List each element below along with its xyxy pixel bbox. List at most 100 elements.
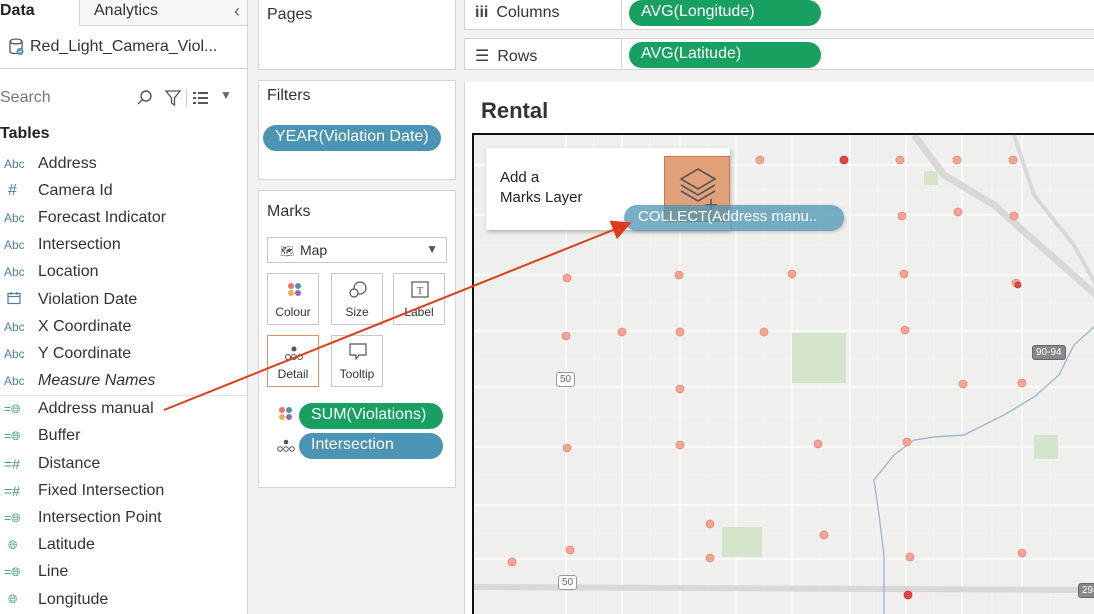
field-x-coordinate[interactable]: Abc X Coordinate	[0, 313, 247, 340]
map-mark[interactable]	[1008, 155, 1018, 165]
search-icon[interactable]	[136, 89, 154, 107]
datasource-item[interactable]: Red_Light_Camera_Viol...	[8, 38, 217, 56]
field-label: Camera Id	[38, 181, 113, 199]
tab-analytics[interactable]: Analytics ‹	[80, 0, 247, 26]
map-mark[interactable]	[1014, 281, 1022, 289]
divider	[621, 0, 622, 29]
field-address[interactable]: Abc Address	[0, 150, 247, 177]
tooltip-label: Tooltip	[339, 367, 375, 381]
map-mark[interactable]	[759, 327, 769, 337]
map-mark[interactable]	[895, 155, 905, 165]
field-fixed-intersection[interactable]: =# Fixed Intersection	[0, 477, 247, 504]
add-layer-line2: Marks Layer	[500, 189, 583, 206]
field-latitude[interactable]: 🌐︎ Latitude	[0, 532, 247, 559]
field-camera-id[interactable]: # Camera Id	[0, 177, 247, 204]
globe-icon: 🌐︎	[8, 537, 18, 552]
field-location[interactable]: Abc Location	[0, 259, 247, 286]
field-line[interactable]: =🌐︎ Line	[0, 559, 247, 586]
size-label: Size	[345, 305, 369, 319]
map-mark[interactable]	[900, 325, 910, 335]
columns-icon: iii	[475, 4, 489, 21]
map-mark[interactable]	[839, 155, 849, 165]
map-mark[interactable]	[675, 327, 685, 337]
marks-pill-intersection[interactable]: Intersection	[299, 433, 443, 459]
map-mark[interactable]	[705, 553, 715, 563]
map-mark[interactable]	[675, 384, 685, 394]
field-buffer[interactable]: =🌐︎ Buffer	[0, 423, 247, 450]
map-mark[interactable]	[813, 439, 823, 449]
map-mark[interactable]	[897, 211, 907, 221]
abc-type-icon: Abc	[4, 238, 25, 253]
map-mark[interactable]	[905, 552, 915, 562]
map-mark[interactable]	[755, 155, 765, 165]
field-label: Forecast Indicator	[38, 208, 167, 226]
field-longitude[interactable]: 🌐︎ Longitude	[0, 586, 247, 613]
columns-shelf[interactable]: iii Columns AVG(Longitude)	[464, 0, 1094, 30]
field-measure-names[interactable]: Abc Measure Names	[0, 368, 247, 395]
detail-button[interactable]: Detail	[267, 335, 319, 387]
field-forecast-indicator[interactable]: Abc Forecast Indicator	[0, 204, 247, 231]
detail-icon	[285, 346, 303, 360]
marks-card: Marks 🗺︎ Map ▼ Colour Size T Label Detail	[258, 190, 456, 488]
map-mark[interactable]	[902, 437, 912, 447]
detail-icon	[277, 439, 295, 452]
map-mark[interactable]	[819, 530, 829, 540]
view-list-icon[interactable]	[192, 90, 210, 106]
field-y-coordinate[interactable]: Abc Y Coordinate	[0, 340, 247, 367]
map-mark[interactable]	[561, 331, 571, 341]
dragged-field-pill[interactable]: COLLECT(Address manu..	[624, 205, 844, 231]
columns-pill[interactable]: AVG(Longitude)	[629, 0, 821, 26]
rows-pill[interactable]: AVG(Latitude)	[629, 42, 821, 68]
map-mark[interactable]	[953, 207, 963, 217]
field-label: X Coordinate	[38, 317, 132, 335]
colour-icon	[279, 407, 292, 420]
map-mark[interactable]	[617, 327, 627, 337]
pages-title: Pages	[267, 6, 313, 23]
field-label: Distance	[38, 454, 101, 472]
size-button[interactable]: Size	[331, 273, 383, 325]
map-mark[interactable]	[705, 519, 715, 529]
tab-data[interactable]: Data	[0, 0, 80, 26]
marks-pill-violations[interactable]: SUM(Violations)	[299, 403, 443, 429]
mark-type-label: Map	[299, 242, 328, 258]
globe-icon: 🌐︎	[8, 592, 18, 607]
filter-pill[interactable]: YEAR(Violation Date)	[263, 125, 441, 151]
field-intersection-point[interactable]: =🌐︎ Intersection Point	[0, 504, 247, 531]
map-mark[interactable]	[952, 155, 962, 165]
svg-text:T: T	[417, 285, 424, 297]
map-mark[interactable]	[903, 590, 913, 600]
map-mark[interactable]	[958, 379, 968, 389]
label-button[interactable]: T Label	[393, 273, 445, 325]
map-mark[interactable]	[565, 545, 575, 555]
pages-card[interactable]: Pages	[258, 0, 456, 70]
map-mark[interactable]	[1017, 548, 1027, 558]
rows-shelf[interactable]: ☰ Rows AVG(Latitude)	[464, 38, 1094, 70]
map-mark[interactable]	[674, 270, 684, 280]
map-mark[interactable]	[562, 443, 572, 453]
dropdown-icon[interactable]: ▼	[220, 88, 232, 102]
colour-icon	[288, 283, 301, 296]
calc-globe-icon: =🌐︎	[4, 510, 21, 525]
collapse-pane-icon[interactable]: ‹	[234, 1, 240, 22]
calc-number-icon: =#	[4, 482, 20, 499]
field-address-manual[interactable]: =🌐︎ Address manual	[0, 396, 247, 423]
tooltip-button[interactable]: Tooltip	[331, 335, 383, 387]
field-violation-date[interactable]: Violation Date	[0, 286, 247, 313]
mark-type-dropdown[interactable]: 🗺︎ Map ▼	[267, 237, 447, 263]
map-mark[interactable]	[1017, 378, 1027, 388]
field-label: Longitude	[38, 590, 109, 608]
map-mark[interactable]	[507, 557, 517, 567]
field-intersection[interactable]: Abc Intersection	[0, 232, 247, 259]
map-mark[interactable]	[675, 440, 685, 450]
map-mark[interactable]	[1009, 211, 1019, 221]
colour-button[interactable]: Colour	[267, 273, 319, 325]
separator	[186, 89, 187, 107]
map-mark[interactable]	[899, 269, 909, 279]
field-distance[interactable]: =# Distance	[0, 450, 247, 477]
field-label: Address manual	[38, 400, 154, 418]
map-mark[interactable]	[562, 273, 572, 283]
tooltip-icon	[349, 343, 367, 361]
filter-icon[interactable]	[164, 89, 182, 107]
map-mark[interactable]	[787, 269, 797, 279]
filters-card[interactable]: Filters YEAR(Violation Date)	[258, 80, 456, 180]
